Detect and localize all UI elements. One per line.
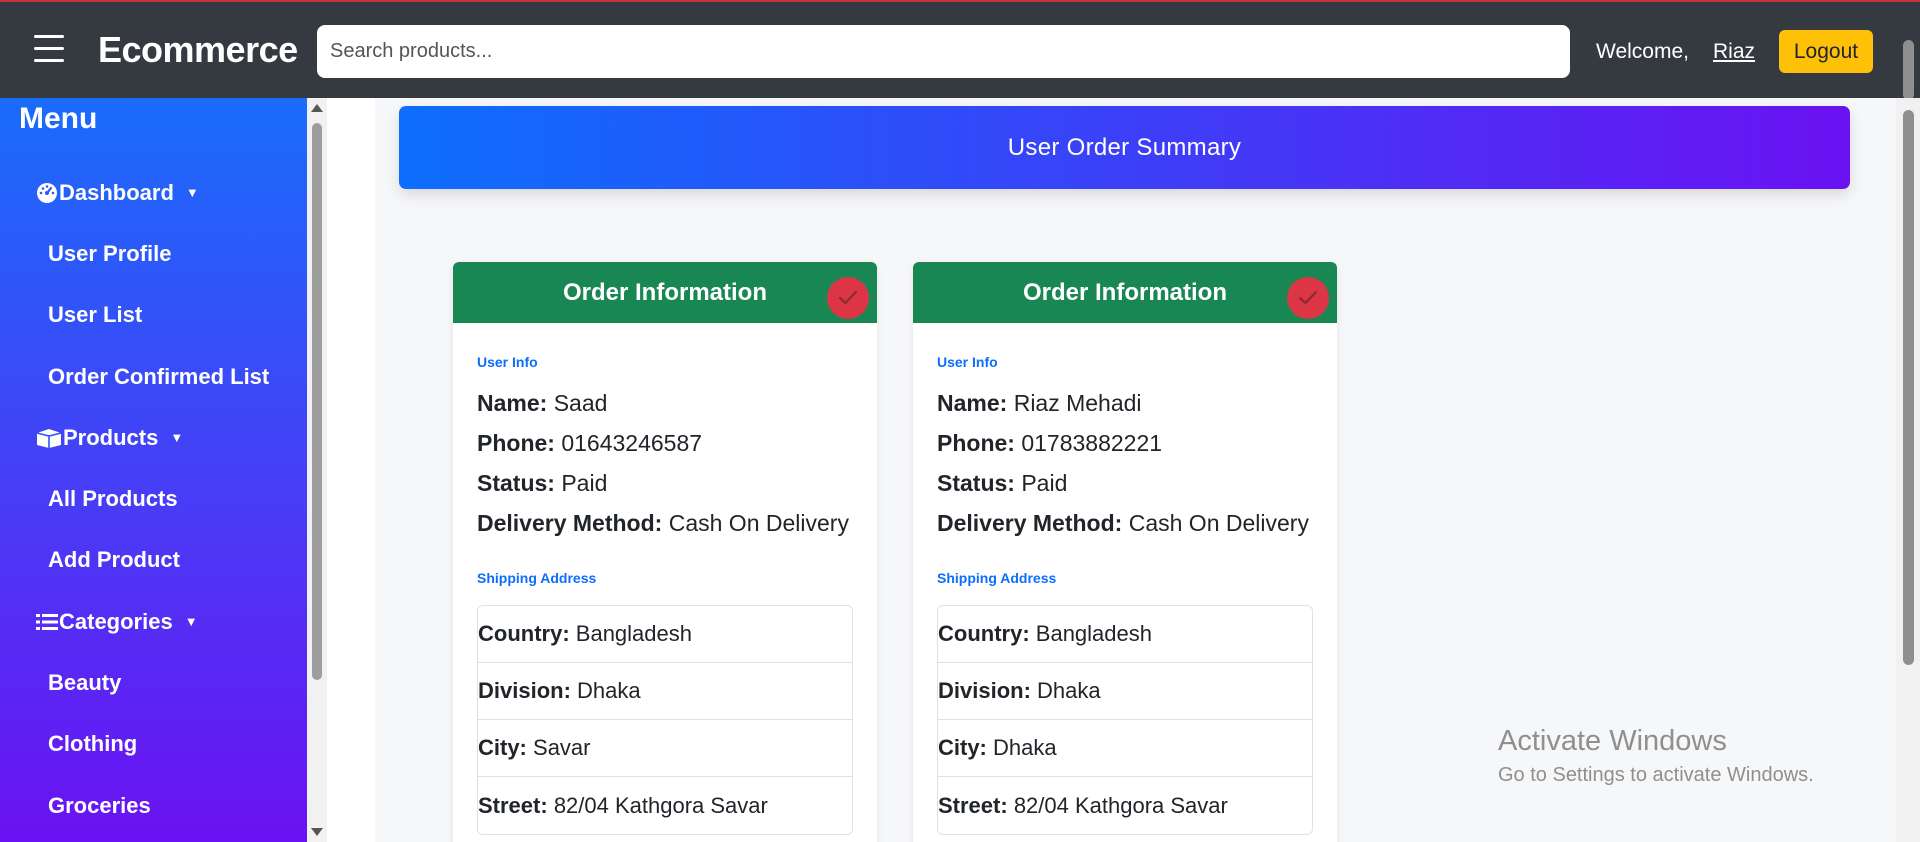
country-row: Country: Bangladesh [938, 606, 1312, 663]
status-field: Status: Paid [937, 470, 1068, 496]
content-gutter [327, 98, 375, 842]
scrollbar-thumb[interactable] [312, 123, 322, 680]
logout-button[interactable]: Logout [1779, 30, 1873, 73]
box-open-icon [35, 426, 63, 450]
sidebar-item-label: All Products [48, 486, 178, 512]
delivery-method-field: Delivery Method: Cash On Delivery [937, 510, 1309, 536]
sidebar-item-label: Order Confirmed List [48, 363, 270, 389]
sidebar-item-beauty[interactable]: Beauty [0, 652, 307, 713]
division-row: Division: Dhaka [938, 663, 1312, 720]
check-icon [827, 277, 869, 319]
city-row: City: Dhaka [938, 720, 1312, 777]
page-scrollbar[interactable] [1896, 98, 1920, 842]
welcome-text: Welcome, [1596, 40, 1689, 63]
check-icon [1287, 277, 1329, 319]
name-field: Name: Riaz Mehadi [937, 390, 1142, 416]
page-title-banner: User Order Summary [399, 106, 1850, 189]
sidebar-item-add-product[interactable]: Add Product [0, 530, 307, 591]
sidebar-item-order-confirmed-list[interactable]: Order Confirmed List [0, 346, 307, 407]
hamburger-menu-icon[interactable] [34, 35, 64, 63]
name-field: Name: Saad [477, 390, 608, 416]
page-scrollbar-top[interactable] [1896, 0, 1920, 100]
sidebar-item-label: Add Product [48, 547, 180, 573]
user-info-label: User Info [937, 354, 998, 370]
page-scrollbar-thumb-upper[interactable] [1903, 40, 1914, 100]
user-info-label: User Info [477, 354, 538, 370]
dashboard-gauge-icon [35, 181, 59, 205]
sidebar-item-user-list[interactable]: User List [0, 285, 307, 346]
order-card: Order Information User Info Name: Saad P… [453, 262, 877, 842]
caret-down-icon: ▼ [170, 430, 184, 446]
sidebar-item-label: Categories [59, 608, 173, 634]
sidebar-item-label: Beauty [48, 670, 122, 696]
watermark-subtitle: Go to Settings to activate Windows. [1498, 764, 1814, 786]
page-scrollbar-thumb[interactable] [1903, 110, 1914, 665]
street-row: Street: 82/04 Kathgora Savar [478, 792, 768, 818]
sidebar-item-label: Clothing [48, 731, 138, 757]
sidebar-item-categories[interactable]: Categories ▼ [0, 591, 307, 652]
username-link[interactable]: Riaz [1713, 40, 1755, 64]
card-title: Order Information [562, 278, 767, 306]
scroll-down-arrow-icon[interactable] [311, 828, 323, 836]
sidebar-item-clothing[interactable]: Clothing [0, 714, 307, 775]
shipping-address-label: Shipping Address [477, 570, 597, 586]
phone-field: Phone: 01783882221 [937, 430, 1163, 456]
sidebar: Menu Dashboard ▼ User Profile User List … [0, 98, 307, 842]
sidebar-item-user-profile[interactable]: User Profile [0, 223, 307, 284]
sidebar-item-groceries[interactable]: Groceries [0, 775, 307, 836]
sidebar-item-products[interactable]: Products ▼ [0, 407, 307, 468]
card-title: Order Information [1022, 278, 1227, 306]
sidebar-scrollbar[interactable] [307, 98, 327, 842]
sidebar-item-label: User Profile [48, 240, 172, 266]
delivery-method-field: Delivery Method: Cash On Delivery [477, 510, 849, 536]
caret-down-icon: ▼ [185, 185, 199, 201]
watermark-title: Activate Windows [1498, 725, 1727, 757]
card-header: Order Information [453, 262, 877, 323]
sidebar-item-label: Groceries [48, 792, 151, 818]
order-card: Order Information User Info Name: Riaz M… [913, 262, 1337, 842]
list-icon [35, 610, 59, 634]
menu-title: Menu [19, 102, 98, 135]
city-row: City: Savar [478, 720, 852, 777]
caret-down-icon: ▼ [184, 614, 198, 630]
country-row: Country: Bangladesh [478, 606, 852, 663]
shipping-address-list: Country: Bangladesh Division: Dhaka City… [937, 605, 1313, 835]
sidebar-item-label: User List [48, 302, 143, 328]
top-navbar: Ecommerce Welcome, Riaz Logout [0, 2, 1920, 98]
sidebar-item-all-products[interactable]: All Products [0, 468, 307, 529]
scroll-up-arrow-icon[interactable] [311, 104, 323, 112]
street-row: Street: 82/04 Kathgora Savar [938, 792, 1228, 818]
sidebar-item-label: Dashboard [59, 179, 174, 205]
sidebar-item-label: Products [63, 424, 159, 450]
brand-logo[interactable]: Ecommerce [98, 29, 298, 71]
windows-activation-watermark: Activate Windows Go to Settings to activ… [1498, 725, 1814, 787]
sidebar-item-dashboard[interactable]: Dashboard ▼ [0, 162, 307, 223]
phone-field: Phone: 01643246587 [477, 430, 703, 456]
status-field: Status: Paid [477, 470, 608, 496]
shipping-address-label: Shipping Address [937, 570, 1057, 586]
shipping-address-list: Country: Bangladesh Division: Dhaka City… [477, 605, 853, 835]
division-row: Division: Dhaka [478, 663, 852, 720]
search-input[interactable] [317, 25, 1570, 78]
card-header: Order Information [913, 262, 1337, 323]
sidebar-nav: Dashboard ▼ User Profile User List Order… [0, 162, 307, 836]
